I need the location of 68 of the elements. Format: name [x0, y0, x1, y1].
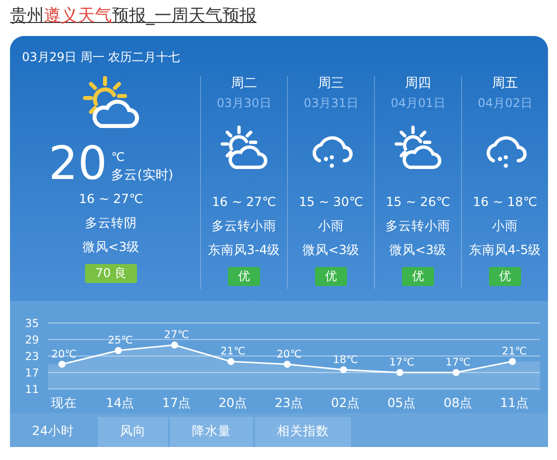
weekday-text: 周三 [318, 74, 344, 92]
wind-text: 微风<3级 [82, 238, 140, 254]
axis-label: 02点 [331, 394, 360, 410]
temp-range-text: 16 ~ 27℃ [212, 192, 276, 210]
temp-range-text: 16 ~ 27℃ [78, 190, 144, 206]
tab[interactable]: 风向 [98, 416, 168, 446]
axis-label: 08点 [444, 394, 473, 410]
wind-text: 东南风4-5级 [468, 240, 542, 258]
weather-text: 多云转阴 [85, 214, 137, 230]
axis-label: 29 [25, 333, 39, 346]
weekday-text: 周二 [231, 74, 257, 92]
axis-label: 11点 [500, 394, 529, 410]
data-point [171, 341, 178, 348]
weekday-text: 周四 [405, 74, 431, 92]
date-text: 04月02日 [478, 94, 532, 112]
data-point [340, 366, 347, 373]
axis-label: 11 [25, 382, 39, 396]
date-text: 04月01日 [390, 94, 446, 112]
axis-label: 17 [25, 366, 39, 379]
value-label: 21℃ [220, 345, 246, 357]
aqi-badge: 优 [228, 266, 260, 286]
value-label: 21℃ [502, 345, 527, 357]
temp-range-text: 15 ~ 30℃ [298, 192, 364, 210]
data-point [227, 358, 234, 364]
data-point [284, 360, 291, 368]
wind-text: 微风<3级 [302, 240, 360, 258]
value-label: 27℃ [164, 328, 190, 340]
condition-text: 多云(实时) [111, 167, 174, 185]
axis-label: 20点 [218, 394, 248, 410]
value-label: 25℃ [108, 334, 133, 346]
axis-label: 23点 [274, 394, 304, 410]
value-label: 17℃ [389, 356, 414, 368]
date-text: 03月29日 周一 农历二月十七 [22, 48, 182, 66]
axis-label: 35 [25, 316, 39, 330]
weather-text: 小雨 [492, 216, 518, 234]
aqi-badge: 70 良 [85, 264, 137, 282]
data-point [114, 346, 122, 354]
date-text: 03月31日 [304, 94, 358, 112]
weather-text: 小雨 [318, 216, 344, 234]
axis-label: 05点 [387, 394, 416, 410]
temp-range-text: 16 ~ 18℃ [472, 192, 538, 210]
tab[interactable]: 降水量 [170, 416, 253, 446]
value-label: 20℃ [276, 348, 302, 360]
weekday-text: 周五 [492, 74, 518, 92]
value-label: 20℃ [51, 348, 77, 360]
value-label: 17℃ [446, 356, 471, 368]
date-text: 03月30日 [216, 94, 272, 112]
data-point [58, 360, 66, 368]
wind-text: 微风<3级 [389, 240, 447, 258]
wind-text: 东南风3-4级 [208, 240, 280, 258]
axis-label: 14点 [106, 394, 135, 410]
weather-text: 多云转小雨 [211, 216, 276, 234]
aqi-badge: 优 [315, 266, 347, 286]
axis-label: 23 [25, 350, 39, 362]
tab[interactable]: 24小时 [10, 416, 96, 446]
data-point [452, 368, 460, 376]
aqi-badge: 优 [488, 266, 521, 286]
temperature-text: 20 [48, 140, 108, 186]
aqi-badge: 优 [402, 266, 434, 286]
axis-label: 现在 [51, 394, 77, 410]
tab[interactable]: 相关指数 [254, 416, 351, 446]
unit-text: ℃ [111, 149, 126, 166]
data-point [396, 368, 404, 376]
weather-text: 多云转小雨 [386, 216, 450, 234]
value-label: 18℃ [332, 353, 358, 366]
temp-range-text: 15 ~ 26℃ [386, 192, 450, 210]
data-point [508, 358, 516, 364]
axis-label: 17点 [162, 394, 192, 410]
